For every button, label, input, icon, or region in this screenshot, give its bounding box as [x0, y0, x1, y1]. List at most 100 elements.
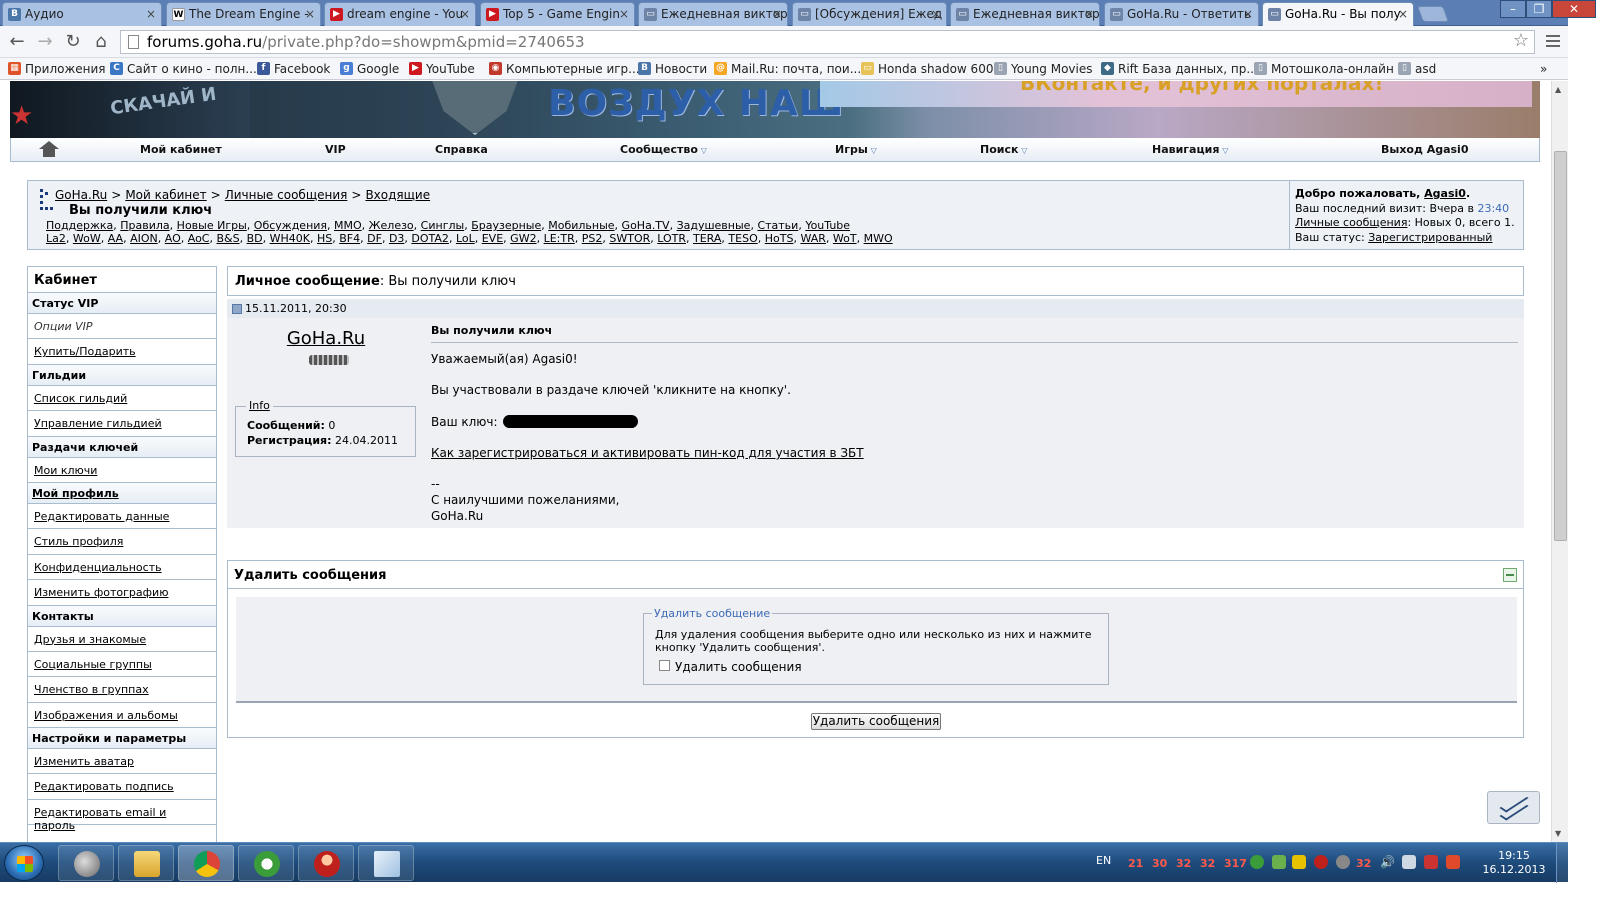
language-indicator[interactable]: EN	[1096, 854, 1111, 867]
address-bar[interactable]: forums.goha.ru/private.php?do=showpm&pmi…	[120, 30, 1535, 54]
topnav-item[interactable]: Сообщество ▽	[620, 143, 707, 156]
page-scrollbar[interactable]: ▲ ▼	[1551, 81, 1568, 842]
extra-tray-icon[interactable]	[1446, 855, 1460, 869]
quicklink[interactable]: ММО	[334, 219, 362, 232]
author-name-link[interactable]: GoHa.Ru	[227, 328, 425, 349]
nvidia-tray-icon[interactable]	[1272, 855, 1286, 869]
quicklink[interactable]: YouTube	[805, 219, 850, 232]
quicklink[interactable]: Статьи	[757, 219, 798, 232]
forward-arrow-icon[interactable]: →	[34, 31, 56, 53]
close-tab-icon[interactable]: ×	[1398, 3, 1408, 25]
topnav-item[interactable]: Выход Agasi0	[1381, 143, 1468, 156]
quicklink[interactable]: WoT	[833, 232, 857, 245]
quicklink[interactable]: EVE	[482, 232, 503, 245]
browser-tab[interactable]: ▭ Ежедневная виктор ×	[638, 2, 788, 26]
close-tab-icon[interactable]: ×	[460, 3, 470, 25]
taskbar-explorer-app[interactable]	[118, 845, 174, 881]
bookmark-item[interactable]: ▯ Young Movies	[994, 61, 1093, 77]
delete-checkbox-label[interactable]: Удалить сообщения	[675, 660, 802, 674]
sidebar-item[interactable]: Редактировать email и пароль	[28, 799, 216, 832]
quicklink[interactable]: Новые Игры	[177, 219, 247, 232]
quicklink[interactable]: WoW	[73, 232, 101, 245]
quicklink[interactable]: D3	[389, 232, 404, 245]
quicklink[interactable]: BD	[247, 232, 263, 245]
quicklink[interactable]: GoHa.TV	[622, 219, 670, 232]
topnav-item[interactable]: VIP	[325, 143, 346, 156]
bookmark-item[interactable]: g Google	[340, 61, 399, 77]
breadcrumb-link[interactable]: Мой кабинет	[125, 188, 206, 202]
topnav-item[interactable]: Игры ▽	[835, 143, 877, 156]
sidebar-item[interactable]: Купить/Подарить	[28, 339, 216, 365]
tray-number[interactable]: 32	[1200, 857, 1215, 870]
browser-tab[interactable]: ▭ Ежедневная виктор ×	[950, 2, 1100, 26]
topnav-item[interactable]: Навигация ▽	[1152, 143, 1228, 156]
tray-number[interactable]: 317	[1224, 857, 1247, 870]
taskbar-search-app[interactable]	[58, 845, 114, 881]
quicklink[interactable]: Браузерные	[471, 219, 541, 232]
quicklink[interactable]: HS	[317, 232, 332, 245]
quicklink[interactable]: Синглы	[421, 219, 465, 232]
scrollbar-thumb[interactable]	[1554, 151, 1567, 541]
bookmark-item[interactable]: ▯ asd	[1398, 61, 1436, 77]
browser-tab[interactable]: ▶ Top 5 - Game Engin ×	[480, 2, 635, 26]
quicklink[interactable]: Правила	[120, 219, 169, 232]
sidebar-item[interactable]: Список гильдий	[28, 385, 216, 412]
info-legend[interactable]: Info	[246, 399, 273, 412]
quicklink[interactable]: WAR	[800, 232, 825, 245]
sidebar-category[interactable]: Мой профиль	[28, 482, 216, 504]
banner-ad-right[interactable]: ВКонтакте, и других порталах!	[820, 81, 1532, 107]
breadcrumb-link[interactable]: GoHa.Ru	[55, 188, 107, 202]
delete-messages-button[interactable]: Удалить сообщения	[811, 713, 941, 730]
chrome-menu-icon[interactable]	[1546, 32, 1560, 50]
sidebar-item[interactable]: Управление гильдией	[28, 411, 216, 437]
clock[interactable]: 19:15 16.12.2013	[1478, 849, 1550, 877]
maximize-button[interactable]: ❐	[1526, 0, 1552, 18]
sidebar-item[interactable]: Редактировать данные	[28, 503, 216, 530]
sidebar-item[interactable]: Мои ключи	[28, 457, 216, 483]
pm-activation-link[interactable]: Как зарегистрироваться и активировать пи…	[431, 446, 864, 460]
bookmark-item[interactable]: @ Mail.Ru: почта, пои...	[714, 61, 861, 77]
flag-tray-icon[interactable]	[1424, 855, 1438, 869]
quicklink[interactable]: BF4	[339, 232, 360, 245]
bookmark-item[interactable]: ▭ Honda shadow 600	[861, 61, 993, 77]
topnav-item[interactable]: Справка	[435, 143, 488, 156]
bookmark-item[interactable]: ◉ Компьютерные игр...	[489, 61, 640, 77]
taskbar-utorrent-app[interactable]	[238, 845, 294, 881]
new-tab-button[interactable]	[1417, 6, 1449, 22]
bookmark-item[interactable]: ▶ YouTube	[409, 61, 475, 77]
tray-number[interactable]: 30	[1152, 857, 1167, 870]
sidebar-item[interactable]: Редактировать подпись	[28, 774, 216, 800]
home-icon[interactable]	[39, 141, 59, 157]
start-button[interactable]	[4, 845, 44, 881]
minimize-button[interactable]: –	[1500, 0, 1526, 18]
home-icon[interactable]: ⌂	[90, 31, 112, 53]
quicklink[interactable]: B&S	[216, 232, 239, 245]
bookmark-item[interactable]: ▦ Приложения	[8, 61, 106, 77]
sidebar-item[interactable]: Изменить фотографию	[28, 580, 216, 606]
bookmark-item[interactable]: ▯ Мотошкола-онлайн	[1254, 61, 1394, 77]
quicklink[interactable]: PS2	[582, 232, 603, 245]
taskbar-agent-app[interactable]	[298, 845, 354, 881]
sidebar-item[interactable]: Стиль профиля	[28, 529, 216, 555]
bookmark-item[interactable]: B Новости	[638, 61, 707, 77]
browser-tab[interactable]: ▭ GoHa.Ru - Ответить ×	[1104, 2, 1259, 26]
quicklink[interactable]: La2	[46, 232, 66, 245]
close-window-button[interactable]: ✕	[1552, 0, 1596, 18]
quicklink[interactable]: Задушевные	[677, 219, 751, 232]
quicklink[interactable]: LE:TR	[544, 232, 575, 245]
close-tab-icon[interactable]: ×	[931, 3, 941, 25]
bookmark-item[interactable]: f Facebook	[257, 61, 330, 77]
quicklink[interactable]: LOTR	[657, 232, 686, 245]
tray-number[interactable]: 32	[1176, 857, 1191, 870]
bookmarks-more-button[interactable]: »	[1540, 61, 1547, 77]
private-messages-link[interactable]: Личные сообщения	[1295, 216, 1407, 229]
agent-tray-icon[interactable]	[1314, 855, 1328, 869]
breadcrumb-link[interactable]: Личные сообщения	[225, 188, 348, 202]
quicklink[interactable]: Обсуждения	[254, 219, 327, 232]
show-desktop-button[interactable]	[1556, 843, 1568, 883]
quicklink[interactable]: Поддержка	[46, 219, 113, 232]
reload-icon[interactable]: ↻	[62, 31, 84, 53]
status-value-link[interactable]: Зарегистрированный	[1368, 231, 1492, 244]
close-tab-icon[interactable]: ×	[146, 3, 156, 25]
sidebar-item[interactable]: Конфиденциальность	[28, 554, 216, 581]
